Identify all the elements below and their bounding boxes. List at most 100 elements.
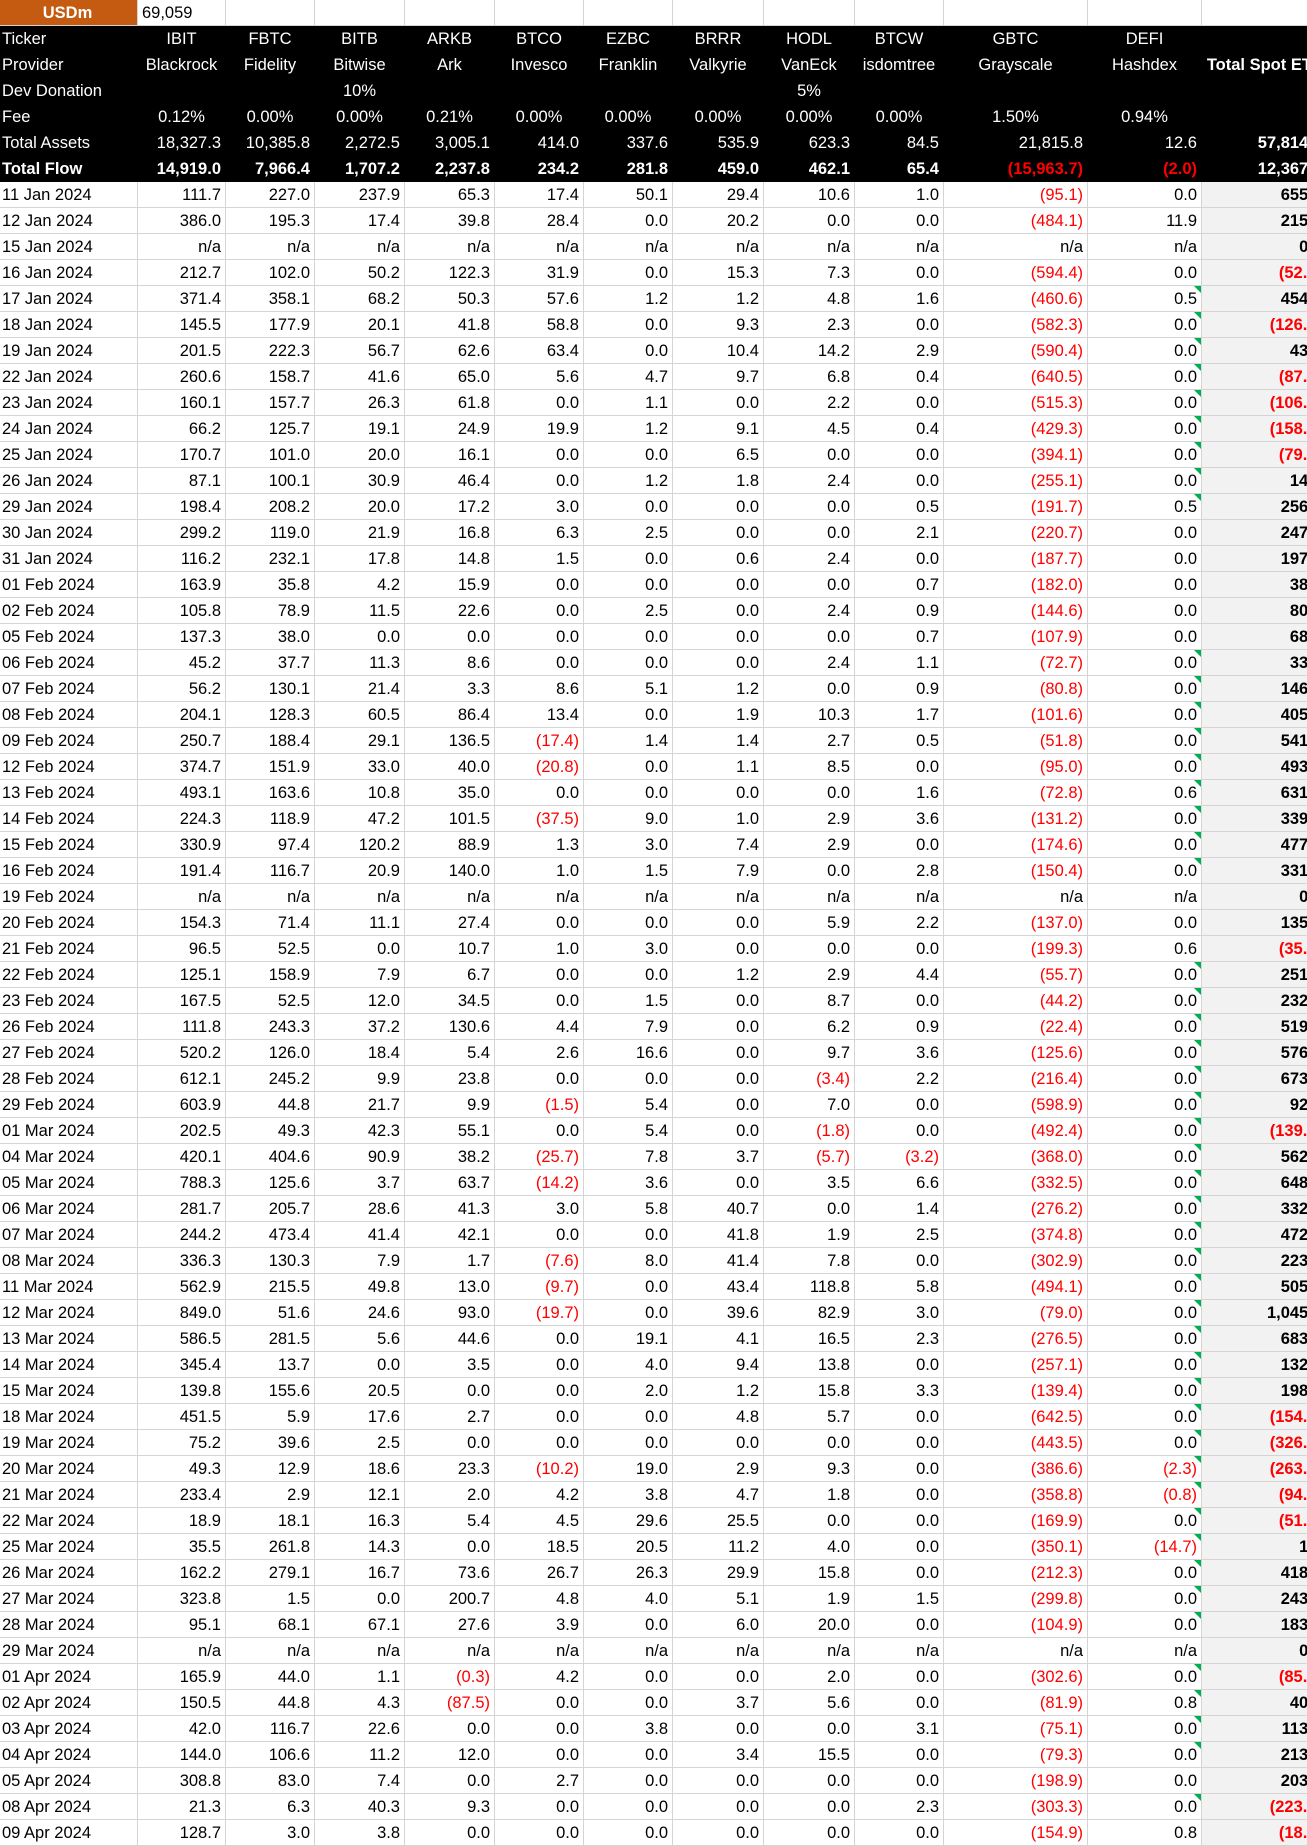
flow-cell[interactable]: 19.9 [495,416,584,442]
date-cell[interactable]: 29 Feb 2024 [0,1092,138,1118]
flow-cell[interactable]: 0.0 [673,1430,764,1456]
total-flow-cell[interactable]: 251.4 [1202,962,1307,988]
flow-cell[interactable]: n/a [495,884,584,910]
fee-cell[interactable]: 0.21% [405,104,495,130]
date-cell[interactable]: 26 Jan 2024 [0,468,138,494]
flow-cell[interactable]: 4.8 [764,286,855,312]
dev-donation-total-cell[interactable] [1202,78,1307,104]
flow-cell[interactable]: n/a [138,1638,226,1664]
provider-cell[interactable]: VanEck [764,52,855,78]
total-flow-cell[interactable]: (263.9) [1202,1456,1307,1482]
flow-cell[interactable]: 13.0 [405,1274,495,1300]
flow-cell[interactable]: 0.0 [495,1690,584,1716]
dev-donation-cell[interactable] [944,78,1088,104]
flow-cell[interactable]: 58.8 [495,312,584,338]
flow-cell[interactable]: 16.3 [315,1508,405,1534]
flow-cell[interactable]: 205.7 [226,1196,315,1222]
total-assets-total-cell[interactable]: 57,814.4 [1202,130,1307,156]
units-value[interactable]: 69,059 [138,0,226,26]
flow-cell[interactable]: 0.0 [673,650,764,676]
total-flow-cell[interactable]: 43.5 [1202,338,1307,364]
total-flow-cell[interactable]: 213.5 [1202,1742,1307,1768]
flow-cell[interactable]: n/a [495,1638,584,1664]
flow-cell[interactable]: 3.6 [855,806,944,832]
fee-cell[interactable]: 0.00% [495,104,584,130]
flow-cell[interactable]: 50.2 [315,260,405,286]
flow-cell[interactable]: 0.0 [673,624,764,650]
flow-cell[interactable]: 11.2 [673,1534,764,1560]
total-flow-cell[interactable]: (94.6) [1202,1482,1307,1508]
flow-cell[interactable]: 215.5 [226,1274,315,1300]
flow-cell[interactable]: 1.0 [495,858,584,884]
flow-cell[interactable]: 31.9 [495,260,584,286]
flow-cell[interactable]: 61.8 [405,390,495,416]
flow-cell[interactable]: 0.0 [584,1274,673,1300]
flow-cell[interactable]: 9.0 [584,806,673,832]
flow-cell[interactable]: 7.4 [315,1768,405,1794]
date-cell[interactable]: 02 Apr 2024 [0,1690,138,1716]
flow-cell[interactable]: 0.8 [1088,1820,1202,1846]
flow-cell[interactable]: 35.0 [405,780,495,806]
flow-cell[interactable]: 4.0 [584,1586,673,1612]
flow-cell[interactable]: 2.5 [855,1222,944,1248]
flow-cell[interactable]: 0.0 [584,1690,673,1716]
flow-cell[interactable]: 603.9 [138,1092,226,1118]
flow-cell[interactable]: 0.0 [1088,1248,1202,1274]
flow-cell[interactable]: 0.0 [855,1118,944,1144]
flow-cell[interactable]: 128.7 [138,1820,226,1846]
dev-donation-cell[interactable]: 5% [764,78,855,104]
flow-cell[interactable]: 102.0 [226,260,315,286]
total-flow-cell[interactable]: 1,707.2 [315,156,405,182]
total-flow-cell[interactable]: 0.0 [1202,1638,1307,1664]
flow-cell[interactable]: 3.8 [315,1820,405,1846]
date-cell[interactable]: 27 Feb 2024 [0,1040,138,1066]
flow-cell[interactable]: (303.3) [944,1794,1088,1820]
flow-cell[interactable]: 86.4 [405,702,495,728]
flow-cell[interactable]: 0.0 [855,1092,944,1118]
total-assets-cell[interactable]: 18,327.3 [138,130,226,156]
flow-cell[interactable]: 4.5 [495,1508,584,1534]
flow-cell[interactable]: 2.3 [855,1794,944,1820]
fee-cell[interactable]: 0.00% [764,104,855,130]
flow-cell[interactable]: (358.8) [944,1482,1088,1508]
flow-cell[interactable]: (9.7) [495,1274,584,1300]
flow-cell[interactable]: 0.0 [764,1794,855,1820]
flow-cell[interactable]: 0.0 [764,1508,855,1534]
total-flow-cell[interactable]: (15,963.7) [944,156,1088,182]
total-flow-cell[interactable]: 673.4 [1202,1066,1307,1092]
flow-cell[interactable]: 0.0 [584,338,673,364]
flow-cell[interactable]: 28.4 [495,208,584,234]
dev-donation-label[interactable]: Dev Donation [0,78,138,104]
flow-cell[interactable]: 118.9 [226,806,315,832]
flow-cell[interactable]: (460.6) [944,286,1088,312]
flow-cell[interactable]: 16.6 [584,1040,673,1066]
flow-cell[interactable]: n/a [138,884,226,910]
flow-cell[interactable]: 23.3 [405,1456,495,1482]
date-cell[interactable]: 25 Jan 2024 [0,442,138,468]
total-flow-cell[interactable]: 247.1 [1202,520,1307,546]
date-cell[interactable]: 26 Feb 2024 [0,1014,138,1040]
flow-cell[interactable]: 0.0 [584,910,673,936]
flow-cell[interactable]: 232.1 [226,546,315,572]
flow-cell[interactable]: 0.0 [855,1404,944,1430]
flow-cell[interactable]: 0.0 [1088,1300,1202,1326]
flow-cell[interactable]: 0.0 [1088,1378,1202,1404]
total-assets-cell[interactable]: 623.3 [764,130,855,156]
flow-cell[interactable]: 212.7 [138,260,226,286]
ticker-cell[interactable]: BTCW [855,26,944,52]
flow-cell[interactable]: 0.0 [855,1482,944,1508]
total-flow-cell[interactable]: (18.7) [1202,1820,1307,1846]
flow-cell[interactable]: 155.6 [226,1378,315,1404]
flow-cell[interactable]: 65.0 [405,364,495,390]
flow-cell[interactable]: 0.0 [855,1352,944,1378]
flow-cell[interactable]: 145.5 [138,312,226,338]
date-cell[interactable]: 04 Mar 2024 [0,1144,138,1170]
flow-cell[interactable]: 1.2 [673,1378,764,1404]
total-flow-cell[interactable]: 65.4 [855,156,944,182]
flow-cell[interactable]: 0.0 [1088,598,1202,624]
flow-cell[interactable]: 10.3 [764,702,855,728]
flow-cell[interactable]: 128.3 [226,702,315,728]
flow-cell[interactable]: 0.0 [584,1742,673,1768]
total-flow-cell[interactable]: 223.0 [1202,1248,1307,1274]
flow-cell[interactable]: 0.5 [1088,494,1202,520]
